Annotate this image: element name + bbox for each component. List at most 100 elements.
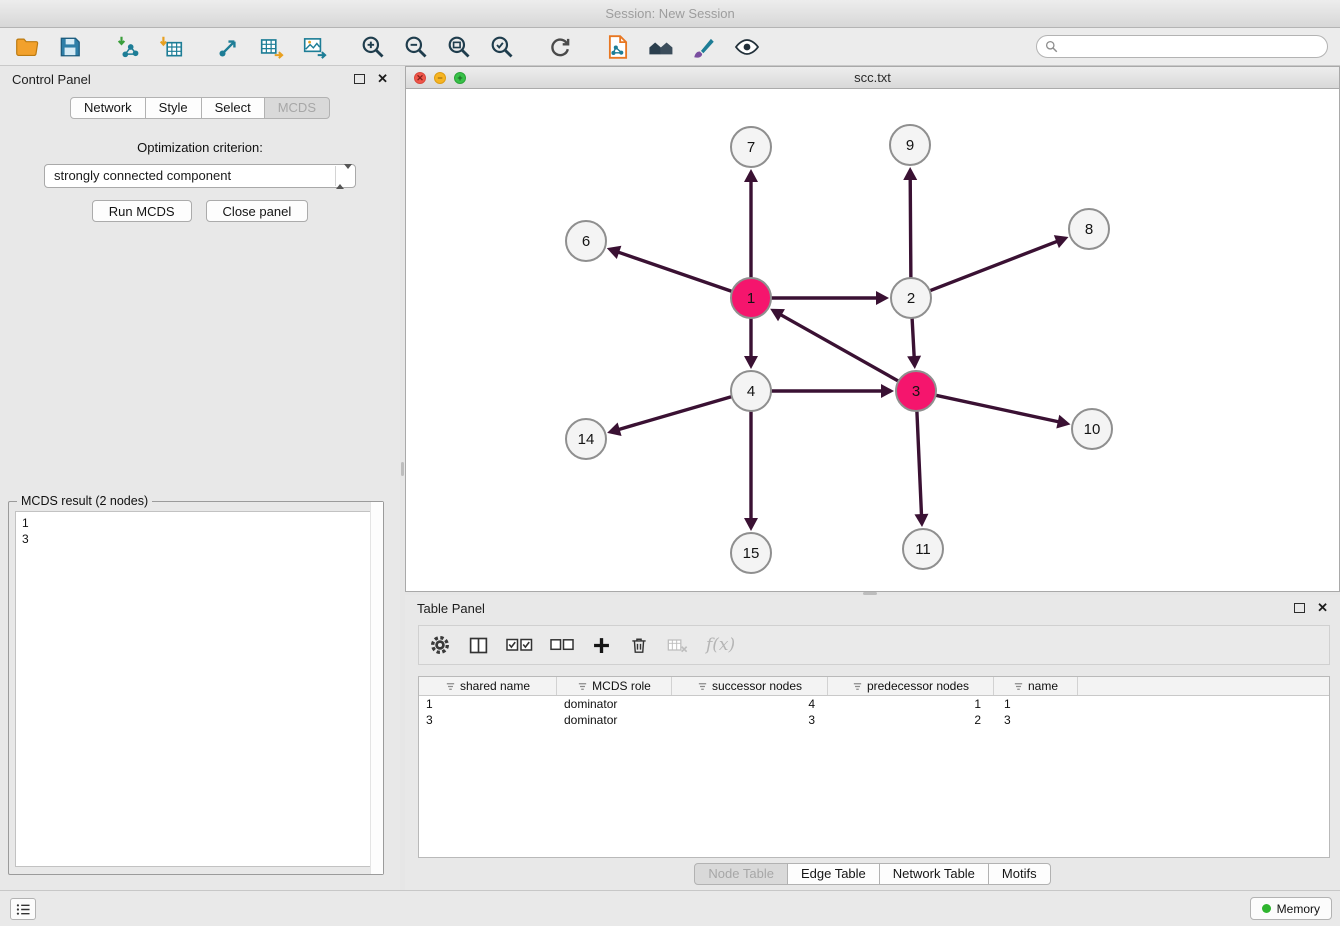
graph-node-label: 7 xyxy=(747,139,755,156)
main-toolbar xyxy=(0,28,1340,66)
zoom-selected-icon[interactable] xyxy=(487,32,517,62)
tab-network[interactable]: Network xyxy=(70,97,146,119)
table-body: 1dominator4113dominator323 xyxy=(419,696,1329,728)
deselect-all-icon[interactable] xyxy=(550,638,574,652)
export-network-icon[interactable] xyxy=(603,32,633,62)
first-neighbors-icon[interactable] xyxy=(646,32,676,62)
graph-edge-1-4[interactable] xyxy=(744,319,758,369)
sort-icon xyxy=(852,681,863,692)
table-cell: 4 xyxy=(672,696,828,712)
graph-node-10[interactable]: 10 xyxy=(1072,409,1112,449)
result-scrollbar[interactable] xyxy=(370,502,383,874)
table-toolbar: f(x) xyxy=(418,625,1330,665)
graph-edge-4-3[interactable] xyxy=(772,384,894,398)
memory-status-icon xyxy=(1262,904,1271,913)
column-header-successor-nodes[interactable]: successor nodes xyxy=(672,677,828,695)
window-title: Session: New Session xyxy=(0,0,1340,28)
show-hide-icon[interactable] xyxy=(732,32,762,62)
column-selector-icon[interactable] xyxy=(468,635,489,656)
graph-node-8[interactable]: 8 xyxy=(1069,209,1109,249)
graph-edge-1-6[interactable] xyxy=(607,246,731,291)
float-panel-icon[interactable] xyxy=(354,74,365,84)
tab-mcds[interactable]: MCDS xyxy=(264,97,330,119)
graph-edge-4-14[interactable] xyxy=(607,397,731,436)
panel-menu-button[interactable] xyxy=(10,898,36,920)
table-cell: 3 xyxy=(672,712,828,728)
tab-network-table[interactable]: Network Table xyxy=(879,863,989,885)
graph-node-14[interactable]: 14 xyxy=(566,419,606,459)
graph-edge-2-9[interactable] xyxy=(903,167,917,277)
close-table-panel-icon[interactable]: ✕ xyxy=(1317,602,1328,614)
graph-node-9[interactable]: 9 xyxy=(890,125,930,165)
graph-node-15[interactable]: 15 xyxy=(731,533,771,573)
graph-node-4[interactable]: 4 xyxy=(731,371,771,411)
column-header-mcds-role[interactable]: MCDS role xyxy=(557,677,672,695)
tab-node-table[interactable]: Node Table xyxy=(694,863,788,885)
control-panel: Control Panel ✕ NetworkStyleSelectMCDS O… xyxy=(0,66,400,890)
graph-edge-3-1[interactable] xyxy=(770,309,898,381)
graph-node-11[interactable]: 11 xyxy=(903,529,943,569)
style-brush-icon[interactable] xyxy=(689,32,719,62)
graph-edge-3-11[interactable] xyxy=(914,412,928,527)
delete-table-icon[interactable] xyxy=(666,635,689,655)
export-image-icon[interactable] xyxy=(300,32,330,62)
graph-node-7[interactable]: 7 xyxy=(731,127,771,167)
network-canvas[interactable]: 7 9 6 8 1 2 4 3 14 10 15 11 xyxy=(406,89,1339,591)
graph-node-2[interactable]: 2 xyxy=(891,278,931,318)
table-header-row: shared nameMCDS rolesuccessor nodesprede… xyxy=(419,677,1329,696)
graph-node-label: 3 xyxy=(912,383,920,400)
graph-node-6[interactable]: 6 xyxy=(566,221,606,261)
list-icon xyxy=(16,903,31,916)
function-builder-icon[interactable]: f(x) xyxy=(706,635,735,655)
graph-edge-2-3[interactable] xyxy=(907,319,921,369)
delete-row-icon[interactable] xyxy=(629,635,649,656)
table-cell: 3 xyxy=(419,712,557,728)
table-row[interactable]: 3dominator323 xyxy=(419,712,1329,728)
add-row-icon[interactable] xyxy=(591,635,612,656)
refresh-layout-icon[interactable] xyxy=(545,32,575,62)
column-header-shared-name[interactable]: shared name xyxy=(419,677,557,695)
window-close-icon[interactable]: ✕ xyxy=(414,72,426,84)
column-header-name[interactable]: name xyxy=(994,677,1078,695)
graph-edge-1-2[interactable] xyxy=(772,291,889,305)
graph-edge-2-8[interactable] xyxy=(931,235,1069,290)
search-box[interactable] xyxy=(1036,35,1328,58)
table-row[interactable]: 1dominator411 xyxy=(419,696,1329,712)
node-table: shared nameMCDS rolesuccessor nodesprede… xyxy=(418,676,1330,858)
close-panel-button[interactable]: Close panel xyxy=(206,200,309,222)
select-all-icon[interactable] xyxy=(506,637,533,653)
import-table-icon[interactable] xyxy=(156,32,186,62)
tab-select[interactable]: Select xyxy=(201,97,265,119)
table-settings-gear-icon[interactable] xyxy=(429,634,451,656)
memory-button[interactable]: Memory xyxy=(1250,897,1332,920)
graph-node-3[interactable]: 3 xyxy=(896,371,936,411)
mcds-result-list[interactable]: 13 xyxy=(15,511,377,867)
zoom-out-icon[interactable] xyxy=(401,32,431,62)
open-file-icon[interactable] xyxy=(12,32,42,62)
graph-node-label: 9 xyxy=(906,137,914,154)
tab-style[interactable]: Style xyxy=(145,97,202,119)
graph-node-label: 6 xyxy=(582,233,590,250)
run-mcds-button[interactable]: Run MCDS xyxy=(92,200,192,222)
new-network-icon[interactable] xyxy=(214,32,244,62)
zoom-fit-icon[interactable] xyxy=(444,32,474,62)
graph-edge-1-7[interactable] xyxy=(744,169,758,277)
graph-node-label: 4 xyxy=(747,383,755,400)
export-table-icon[interactable] xyxy=(257,32,287,62)
close-panel-icon[interactable]: ✕ xyxy=(377,73,388,85)
optimization-criterion-select[interactable]: strongly connected component xyxy=(44,164,356,188)
tab-motifs[interactable]: Motifs xyxy=(988,863,1051,885)
window-minimize-icon[interactable]: − xyxy=(434,72,446,84)
tab-edge-table[interactable]: Edge Table xyxy=(787,863,880,885)
graph-edge-4-15[interactable] xyxy=(744,412,758,531)
window-maximize-icon[interactable]: + xyxy=(454,72,466,84)
graph-edge-3-10[interactable] xyxy=(937,395,1071,428)
float-table-panel-icon[interactable] xyxy=(1294,603,1305,613)
search-input[interactable] xyxy=(1063,40,1319,54)
graph-node-1[interactable]: 1 xyxy=(731,278,771,318)
save-session-icon[interactable] xyxy=(55,32,85,62)
zoom-in-icon[interactable] xyxy=(358,32,388,62)
dropdown-selected-value: strongly connected component xyxy=(54,168,231,183)
column-header-predecessor-nodes[interactable]: predecessor nodes xyxy=(828,677,994,695)
import-network-icon[interactable] xyxy=(113,32,143,62)
